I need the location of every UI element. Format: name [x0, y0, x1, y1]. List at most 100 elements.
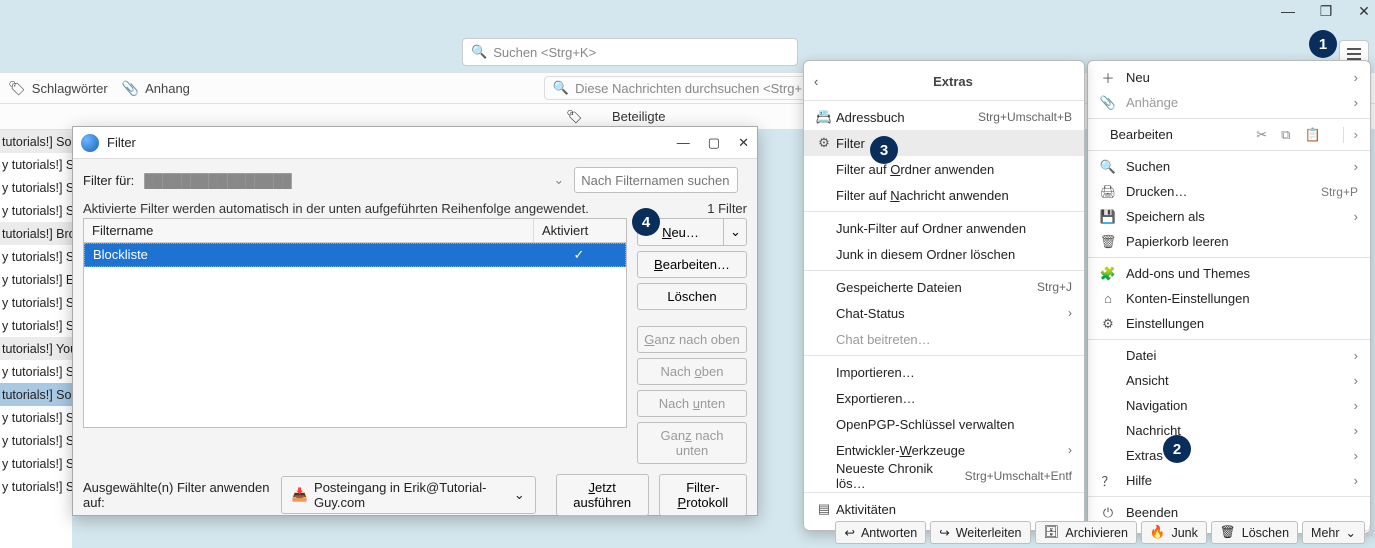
chevron-right-icon: › — [1068, 443, 1072, 457]
cut-icon[interactable]: ✂ — [1256, 127, 1267, 143]
dialog-minimize-icon[interactable]: — — [677, 135, 690, 151]
message-row[interactable]: y tutorials!] S — [0, 176, 72, 199]
filter-run-now-button[interactable]: Jetzt ausführen — [556, 474, 649, 516]
filter-list-header-name[interactable]: Filtername — [84, 219, 534, 242]
menu-addons[interactable]: 🧩Add-ons und Themes — [1088, 261, 1370, 286]
filter-delete-button[interactable]: Löschen — [637, 283, 747, 310]
copy-icon[interactable]: ⧉ — [1281, 127, 1290, 143]
filter-list-row[interactable]: Blockliste ✓ — [84, 243, 626, 267]
forward-label: Weiterleiten — [956, 526, 1022, 540]
message-row[interactable]: tutorials!] Bro — [0, 222, 72, 245]
message-row[interactable]: tutorials!] Sor — [0, 130, 72, 153]
extras-chat-status[interactable]: Chat-Status› — [804, 300, 1084, 326]
filter-apply-target-select[interactable]: 📥Posteingang in Erik@Tutorial-Guy.com⌄ — [281, 476, 536, 514]
window-minimize-icon[interactable]: — — [1281, 4, 1295, 18]
filter-list-header-active[interactable]: Aktiviert — [534, 219, 626, 242]
filter-move-down-button: Nach unten — [637, 390, 747, 417]
filter-edit-button[interactable]: Bearbeiten… — [637, 251, 747, 278]
message-row[interactable]: y tutorials!] S — [0, 475, 72, 498]
filter-protocol-button[interactable]: Filter-Protokoll — [659, 474, 747, 516]
window-maximize-icon[interactable]: ❐ — [1319, 4, 1333, 18]
window-close-icon[interactable]: ✕ — [1357, 4, 1371, 18]
global-search-placeholder: Suchen <Strg+K> — [493, 45, 596, 60]
menu-navigation-label: Navigation — [1126, 398, 1187, 413]
extras-import[interactable]: Importieren… — [804, 359, 1084, 385]
menu-message[interactable]: Nachricht› — [1088, 418, 1370, 443]
filter-new-dropdown[interactable]: ⌄ — [723, 218, 747, 246]
chevron-right-icon: › — [1354, 473, 1358, 488]
chevron-right-icon: › — [1354, 209, 1358, 224]
inbox-icon: 📥 — [292, 487, 308, 503]
extras-filter-label: Filter — [836, 136, 865, 151]
menu-save-as[interactable]: 💾Speichern als› — [1088, 204, 1370, 229]
star-icon[interactable]: ☆ — [1363, 522, 1375, 542]
extras-clear-history[interactable]: Neueste Chronik lös…Strg+Umschalt+Entf — [804, 463, 1084, 489]
filter-row-active-check[interactable]: ✓ — [533, 244, 625, 266]
menu-accounts[interactable]: ⌂Konten-Einstellungen — [1088, 286, 1370, 311]
delete-button[interactable]: 🗑Löschen — [1211, 521, 1298, 544]
extras-junk-folder[interactable]: Junk-Filter auf Ordner anwenden — [804, 215, 1084, 241]
message-row[interactable]: y tutorials!] S — [0, 199, 72, 222]
menu-print-shortcut: Strg+P — [1321, 185, 1358, 199]
menu-view[interactable]: Ansicht› — [1088, 368, 1370, 393]
more-button[interactable]: Mehr⌄ — [1302, 521, 1365, 544]
forward-button[interactable]: ↪Weiterleiten — [930, 521, 1030, 544]
message-row[interactable]: y tutorials!] S — [0, 245, 72, 268]
extras-filter-folder[interactable]: Filter auf Ordner anwenden — [804, 156, 1084, 182]
reply-button[interactable]: ↩Antworten — [835, 521, 926, 544]
extras-addressbook[interactable]: 📇AdressbuchStrg+Umschalt+B — [804, 104, 1084, 130]
filter-count-text: 1 Filter — [707, 201, 747, 216]
message-row[interactable]: y tutorials!] S — [0, 314, 72, 337]
chevron-right-icon: › — [1354, 423, 1358, 438]
callout-badge-3: 3 — [870, 136, 898, 164]
column-header-participants[interactable]: Beteiligte — [602, 109, 675, 124]
power-icon: ⏻ — [1100, 505, 1116, 521]
message-row[interactable]: y tutorials!] S — [0, 452, 72, 475]
reply-label: Antworten — [861, 526, 917, 540]
message-row[interactable]: y tutorials!] S — [0, 429, 72, 452]
message-row[interactable]: y tutorials!] S — [0, 291, 72, 314]
menu-file[interactable]: Datei› — [1088, 343, 1370, 368]
archive-button[interactable]: 🗄Archivieren — [1035, 521, 1137, 544]
dialog-maximize-icon[interactable]: ▢ — [708, 135, 720, 151]
menu-navigation[interactable]: Navigation› — [1088, 393, 1370, 418]
toolbar-attachment-button[interactable]: 📎Anhang — [122, 80, 190, 97]
chevron-right-icon: › — [1354, 448, 1358, 463]
extras-devtools[interactable]: Entwickler-Werkzeuge› — [804, 437, 1084, 463]
extras-export[interactable]: Exportieren… — [804, 385, 1084, 411]
menu-print[interactable]: 🖨Drucken…Strg+P — [1088, 179, 1370, 204]
menu-empty-trash[interactable]: 🗑Papierkorb leeren — [1088, 229, 1370, 254]
back-icon[interactable]: ‹ — [814, 74, 832, 89]
extras-saved-files[interactable]: Gespeicherte DateienStrg+J — [804, 274, 1084, 300]
extras-filter-message[interactable]: Filter auf Nachricht anwenden — [804, 182, 1084, 208]
message-row[interactable]: y tutorials!] E — [0, 268, 72, 291]
global-search-input[interactable]: 🔍 Suchen <Strg+K> — [462, 38, 798, 66]
toolbar-tags-button[interactable]: 🏷Schlagwörter — [8, 80, 108, 97]
puzzle-icon: 🧩 — [1100, 266, 1116, 282]
dialog-close-icon[interactable]: ✕ — [738, 135, 749, 151]
filter-account-select[interactable]: ████████████████⌄ — [144, 172, 564, 188]
junk-button[interactable]: 🔥Junk — [1141, 521, 1207, 544]
message-row[interactable]: tutorials!] Sor — [0, 383, 72, 406]
message-action-bar: ↩Antworten ↪Weiterleiten 🗄Archivieren 🔥J… — [835, 521, 1365, 544]
tag-column-icon[interactable]: 🏷 — [566, 109, 583, 125]
paste-icon[interactable]: 📋 — [1304, 127, 1320, 143]
menu-attachments[interactable]: 📎Anhänge› — [1088, 90, 1370, 115]
menu-search[interactable]: 🔍Suchen› — [1088, 154, 1370, 179]
message-row[interactable]: y tutorials!] S — [0, 153, 72, 176]
menu-extras[interactable]: Extras› — [1088, 443, 1370, 468]
filter-list[interactable]: Filtername Aktiviert Blockliste ✓ — [83, 218, 627, 428]
extras-filter[interactable]: ⚙Filter — [804, 130, 1084, 156]
menu-quit-label: Beenden — [1126, 505, 1178, 520]
message-row[interactable]: y tutorials!] S — [0, 360, 72, 383]
extras-openpgp[interactable]: OpenPGP-Schlüssel verwalten — [804, 411, 1084, 437]
message-row[interactable]: tutorials!] You — [0, 337, 72, 360]
filter-name-search-input[interactable] — [574, 167, 738, 193]
menu-help[interactable]: ？Hilfe› — [1088, 468, 1370, 493]
message-list[interactable]: tutorials!] Sory tutorials!] Sy tutorial… — [0, 130, 72, 548]
extras-activities[interactable]: ▤Aktivitäten — [804, 496, 1084, 522]
menu-new[interactable]: ＋Neu› — [1088, 65, 1370, 90]
extras-junk-delete[interactable]: Junk in diesem Ordner löschen — [804, 241, 1084, 267]
message-row[interactable]: y tutorials!] S — [0, 406, 72, 429]
menu-settings[interactable]: ⚙Einstellungen — [1088, 311, 1370, 336]
